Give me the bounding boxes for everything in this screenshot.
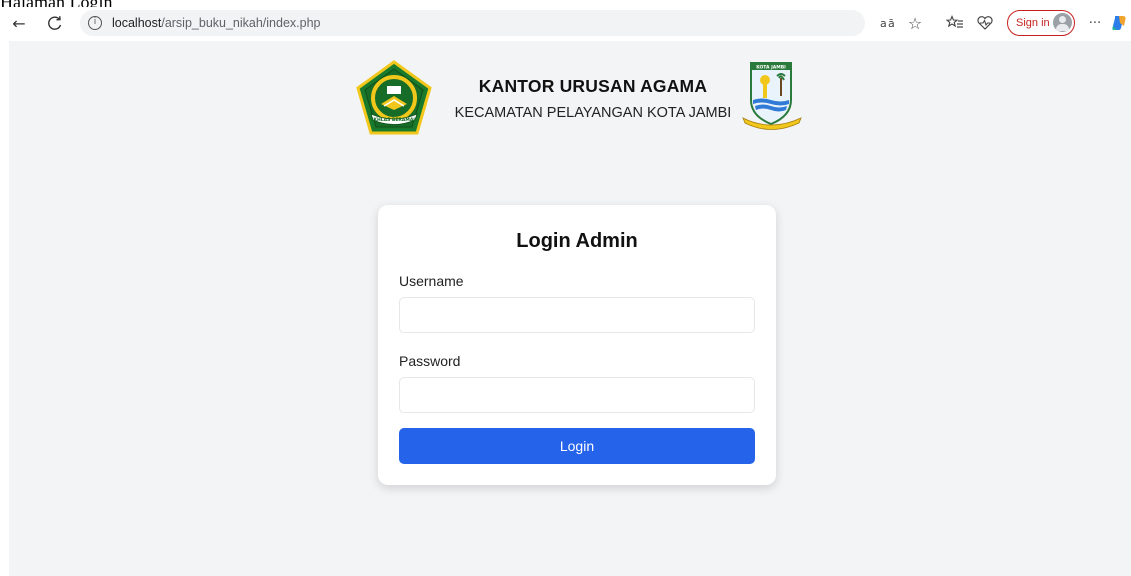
- favorite-star-icon[interactable]: ☆: [905, 13, 925, 33]
- url-text: localhost/arsip_buku_nikah/index.php: [112, 16, 321, 30]
- profile-avatar-icon: [1053, 13, 1072, 32]
- more-options-icon[interactable]: ···: [1085, 13, 1105, 33]
- refresh-icon[interactable]: [43, 11, 67, 35]
- login-title: Login Admin: [516, 230, 638, 252]
- office-subtitle: KECAMATAN PELAYANGAN KOTA JAMBI: [454, 105, 732, 121]
- username-input[interactable]: [399, 297, 755, 333]
- kemenag-logo: IKHLAS BERAMAL: [355, 60, 433, 138]
- password-input[interactable]: [399, 377, 755, 413]
- page-viewport: IKHLAS BERAMAL KANTOR URUSAN AGAMA KECAM…: [9, 41, 1131, 576]
- favorites-list-icon[interactable]: [945, 13, 965, 33]
- svg-text:ā: ā: [888, 17, 895, 30]
- site-info-icon[interactable]: i: [88, 16, 102, 30]
- address-bar[interactable]: i localhost/arsip_buku_nikah/index.php: [80, 10, 865, 36]
- header-titles: KANTOR URUSAN AGAMA KECAMATAN PELAYANGAN…: [448, 76, 738, 121]
- office-title: KANTOR URUSAN AGAMA: [478, 76, 708, 96]
- browser-toolbar: ← i localhost/arsip_buku_nikah/index.php…: [0, 7, 1131, 41]
- kemenag-logo-text: IKHLAS BERAMAL: [372, 117, 416, 123]
- jambi-logo-text: KOTA JAMBI: [756, 65, 786, 71]
- url-path: /arsip_buku_nikah/index.php: [161, 16, 321, 30]
- password-label: Password: [399, 353, 461, 369]
- back-icon[interactable]: ←: [7, 11, 31, 35]
- login-button[interactable]: Login: [399, 428, 755, 464]
- read-aloud-icon[interactable]: aā: [878, 13, 902, 33]
- url-host: localhost: [112, 16, 162, 30]
- sign-in-button[interactable]: Sign in: [1007, 10, 1075, 36]
- sign-in-label: Sign in: [1016, 17, 1050, 29]
- kota-jambi-logo: KOTA JAMBI: [741, 60, 803, 132]
- browser-essentials-icon[interactable]: [975, 13, 995, 33]
- login-card: Login Admin Username Password Login: [378, 205, 776, 485]
- page-header: IKHLAS BERAMAL KANTOR URUSAN AGAMA KECAM…: [355, 60, 815, 138]
- username-label: Username: [399, 273, 464, 289]
- svg-text:a: a: [880, 17, 887, 30]
- copilot-icon[interactable]: [1109, 13, 1129, 33]
